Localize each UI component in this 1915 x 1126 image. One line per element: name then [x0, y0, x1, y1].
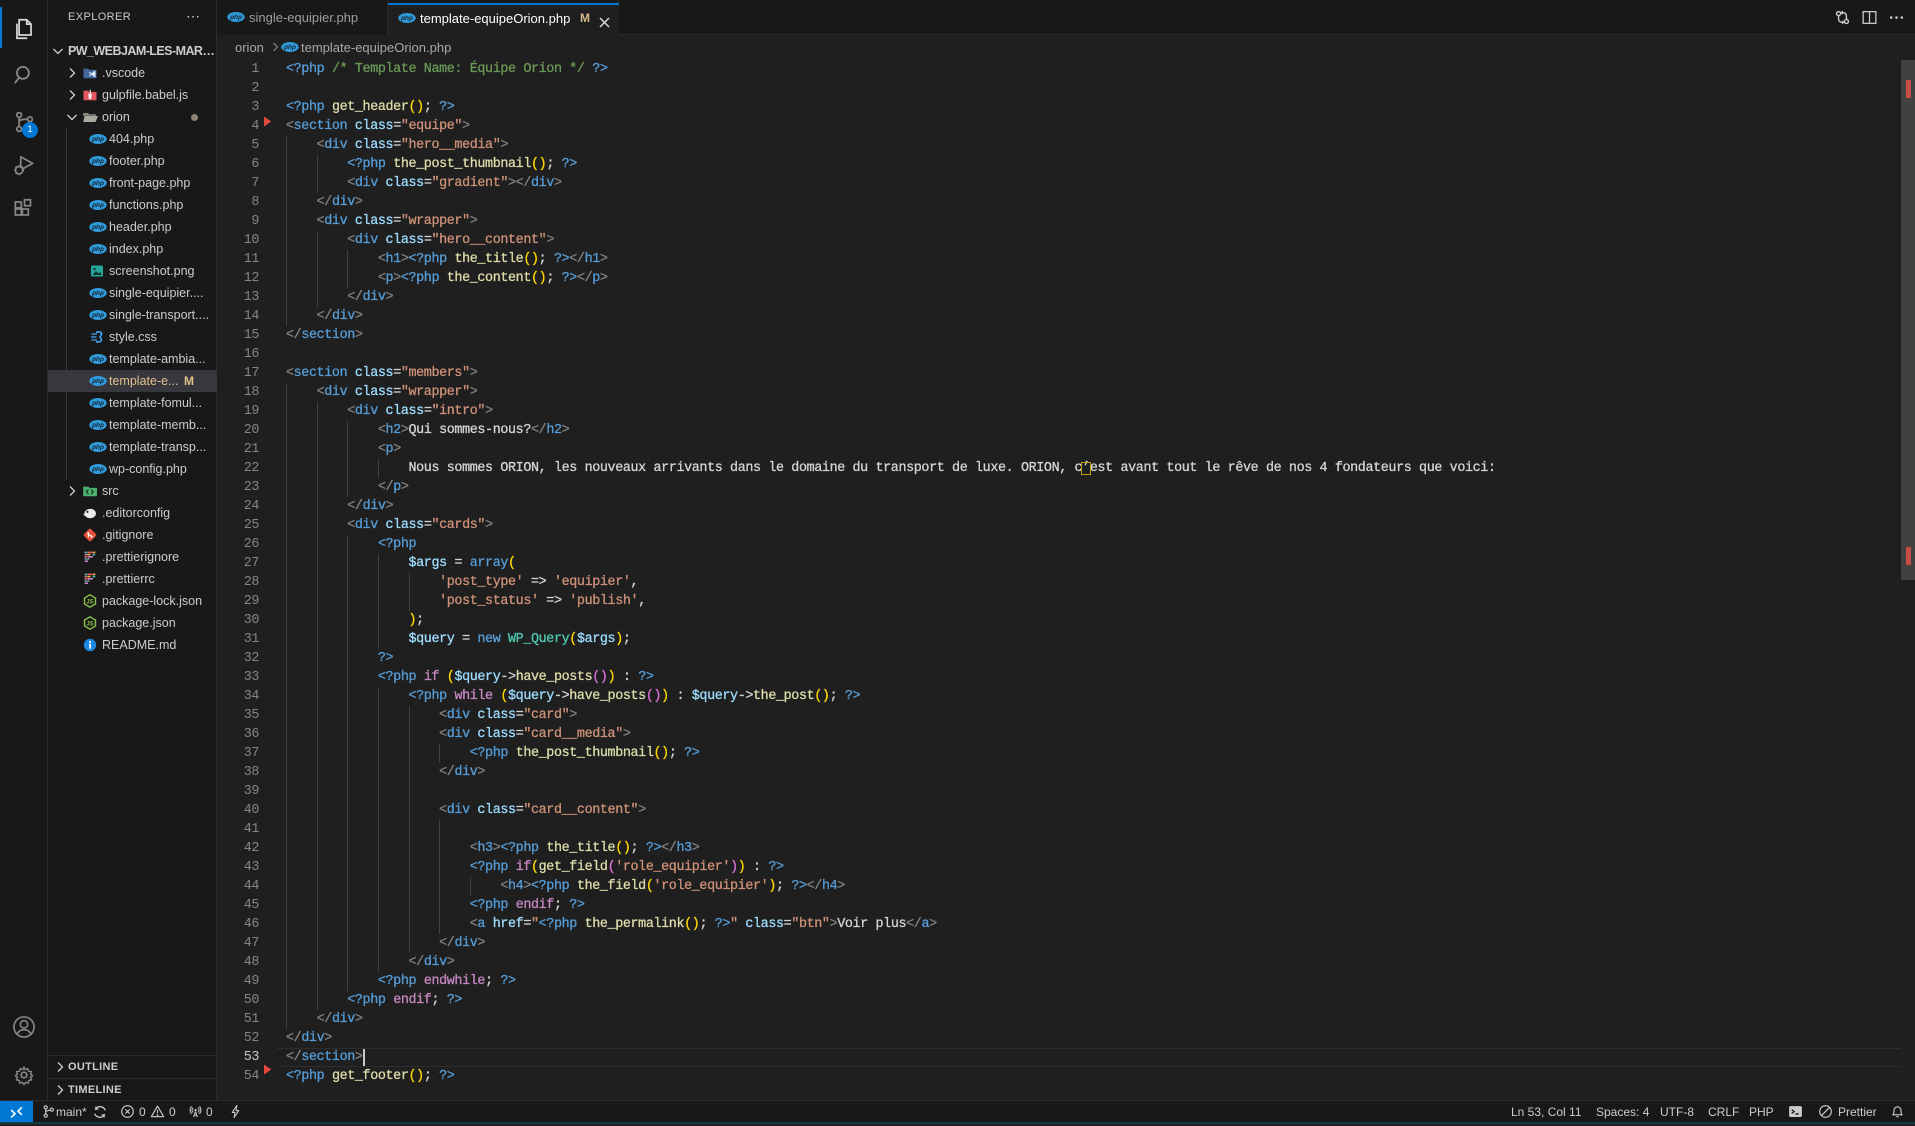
- svg-text:php: php: [229, 14, 242, 21]
- svg-text:php: php: [400, 15, 413, 22]
- svg-text:php: php: [283, 44, 296, 51]
